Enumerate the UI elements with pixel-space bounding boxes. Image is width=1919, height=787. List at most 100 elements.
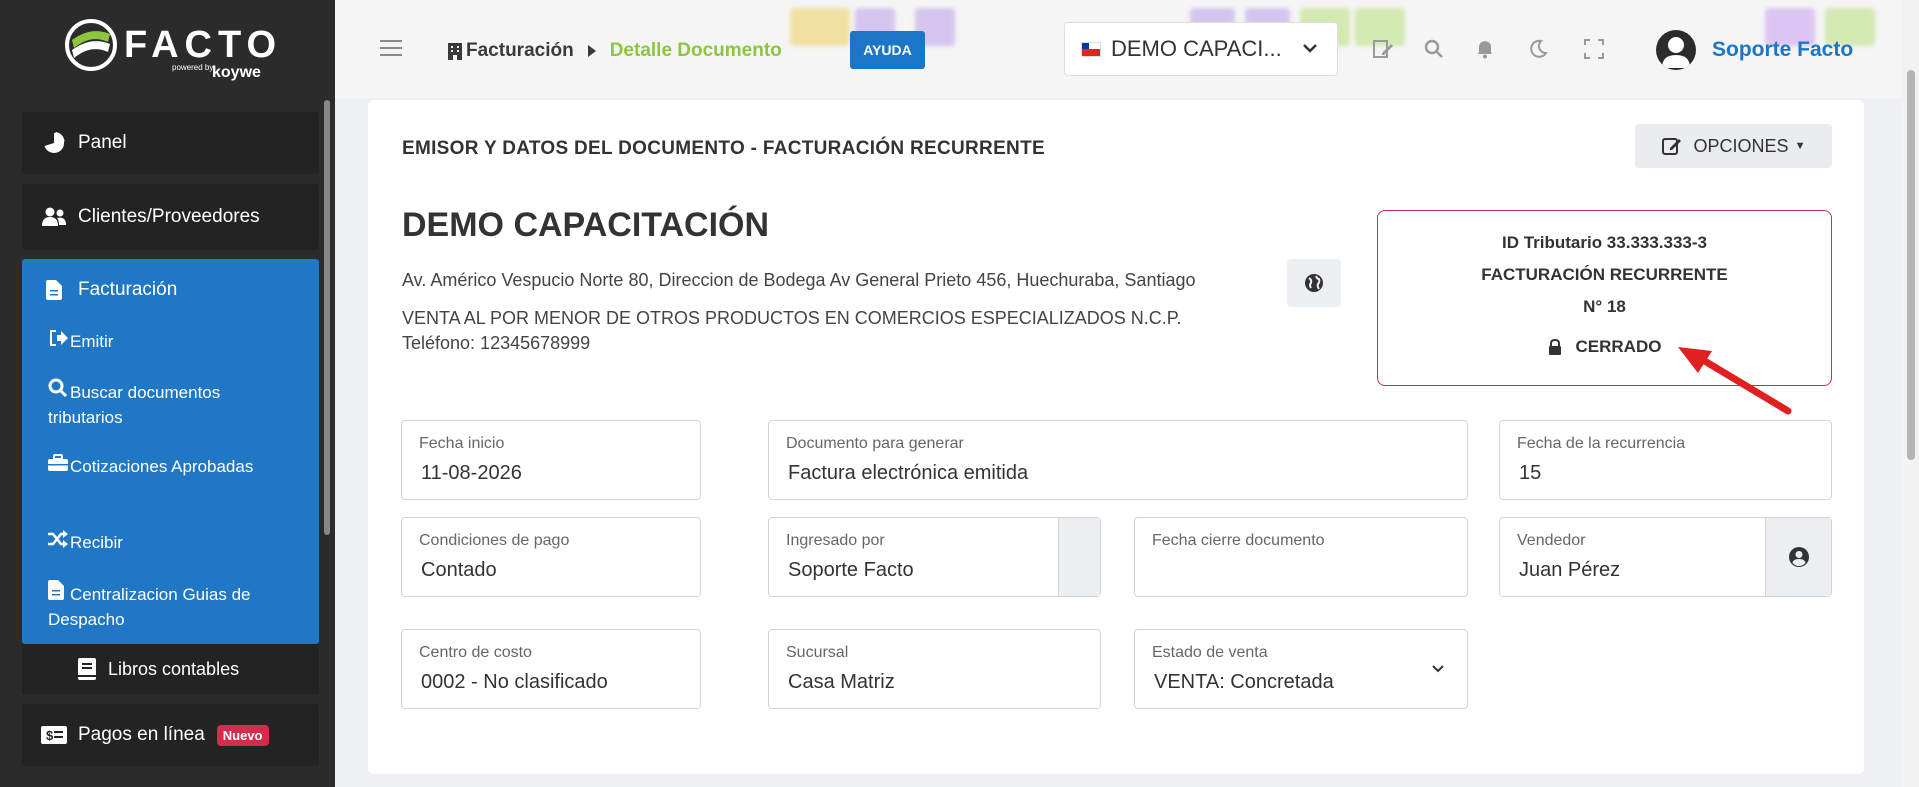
sidebar-item-label: Panel	[78, 132, 127, 153]
page-scrollbar-thumb[interactable]	[1907, 70, 1915, 460]
vendedor-field[interactable]: Vendedor Juan Pérez	[1499, 517, 1832, 597]
user-avatar[interactable]	[1656, 30, 1696, 70]
sidebar-subitem-cotizaciones[interactable]: Cotizaciones Aprobadas	[48, 454, 278, 479]
book-icon	[78, 658, 96, 680]
fullscreen-icon[interactable]	[1583, 38, 1605, 60]
company-selector-value: DEMO CAPACI...	[1111, 36, 1282, 61]
sucursal-field[interactable]: Sucursal Casa Matriz	[768, 629, 1101, 709]
condiciones-pago-field[interactable]: Condiciones de pago Contado	[401, 517, 701, 597]
globe-icon	[1305, 274, 1323, 292]
chile-flag-icon	[1081, 41, 1101, 57]
company-activity: VENTA AL POR MENOR DE OTROS PRODUCTOS EN…	[402, 308, 1182, 328]
field-label: Fecha cierre documento	[1152, 532, 1325, 549]
user-circle-icon	[1788, 547, 1809, 567]
sidebar-subitem-emitir[interactable]: Emitir	[48, 329, 278, 354]
document-icon	[48, 580, 70, 607]
ingresado-por-field[interactable]: Ingresado por Soporte Facto	[768, 517, 1101, 597]
sidebar-item-label: Libros contables	[108, 658, 240, 679]
menu-toggle-icon[interactable]	[380, 40, 402, 56]
brand-powered: powered by	[172, 63, 214, 72]
sidebar-item-panel[interactable]: Panel	[22, 112, 319, 174]
facto-logo[interactable]: FACTO powered by koywe	[60, 14, 280, 84]
vendedor-button[interactable]	[1765, 518, 1831, 596]
moon-icon[interactable]	[1527, 38, 1549, 60]
field-value: Factura electrónica emitida	[788, 462, 1029, 484]
field-label: Vendedor	[1517, 532, 1586, 549]
sidebar-item-pagos[interactable]: $ Pagos en línea Nuevo	[22, 704, 319, 766]
caret-right-icon	[587, 45, 596, 57]
company-selector[interactable]: DEMO CAPACI...	[1064, 22, 1338, 76]
user-avatar-icon	[1662, 37, 1690, 68]
sidebar-item-clientes[interactable]: Clientes/Proveedores	[22, 184, 319, 250]
caret-down-icon: ▼	[1794, 140, 1806, 152]
field-value: Contado	[421, 559, 497, 581]
sidebar-subitem-buscar[interactable]: Buscar documentos tributarios	[48, 378, 278, 430]
sidebar-scrollbar[interactable]	[324, 100, 330, 535]
fecha-cierre-field[interactable]: Fecha cierre documento	[1134, 517, 1468, 597]
breadcrumb-current: Detalle Documento	[609, 40, 782, 61]
field-label: Fecha inicio	[419, 435, 505, 452]
field-label: Ingresado por	[786, 532, 885, 549]
field-value: 11-08-2026	[421, 462, 522, 484]
field-addon	[1058, 518, 1100, 596]
document-card: EMISOR Y DATOS DEL DOCUMENTO - FACTURACI…	[368, 100, 1864, 774]
chevron-down-icon	[1432, 665, 1444, 673]
field-label: Fecha de la recurrencia	[1517, 435, 1686, 452]
field-label: Centro de costo	[419, 644, 532, 661]
sidebar-item-libros[interactable]: Libros contables	[22, 644, 319, 694]
bell-icon[interactable]	[1474, 38, 1496, 60]
users-icon	[40, 205, 68, 229]
sidebar-subitem-label: Recibir	[70, 533, 123, 552]
breadcrumb-home-label: Facturación	[466, 40, 574, 61]
facto-logo-mark-icon	[65, 19, 117, 71]
sidebar-subitem-centralizacion[interactable]: Centralizacion Guias de Despacho	[48, 580, 278, 632]
money-icon: $	[40, 723, 68, 747]
briefcase-icon	[48, 454, 70, 479]
sidebar-item-facturacion[interactable]: Facturación	[40, 279, 177, 301]
field-value: VENTA: Concretada	[1154, 671, 1334, 693]
field-value: Juan Pérez	[1519, 559, 1621, 581]
options-label: OPCIONES	[1693, 135, 1789, 156]
file-icon	[40, 280, 68, 300]
sidebar-item-label: Pagos en línea	[78, 724, 205, 745]
field-label: Estado de venta	[1152, 644, 1268, 661]
options-button[interactable]: OPCIONES ▼	[1635, 124, 1832, 168]
shuffle-icon	[48, 530, 70, 555]
help-button[interactable]: AYUDA	[850, 31, 925, 69]
breadcrumb: Facturación Detalle Documento	[448, 40, 782, 62]
sidebar-item-label: Clientes/Proveedores	[78, 206, 260, 227]
user-name[interactable]: Soporte Facto	[1712, 38, 1853, 62]
sidebar-subitem-label: Emitir	[70, 332, 114, 351]
card-title: EMISOR Y DATOS DEL DOCUMENTO - FACTURACI…	[402, 138, 1045, 159]
field-label: Condiciones de pago	[419, 532, 570, 549]
sidebar-subitem-label: Buscar documentos tributarios	[48, 383, 221, 427]
edit-document-icon[interactable]	[1372, 38, 1394, 60]
tax-id: ID Tributario 33.333.333-3	[1501, 233, 1708, 252]
field-value: 15	[1519, 462, 1542, 484]
company-name: DEMO CAPACITACIÓN	[402, 206, 770, 244]
documento-field[interactable]: Documento para generar Factura electróni…	[768, 420, 1468, 500]
search-icon[interactable]	[1423, 38, 1445, 60]
recurrencia-field[interactable]: Fecha de la recurrencia 15	[1499, 420, 1832, 500]
company-phone: Teléfono: 12345678999	[402, 333, 591, 353]
sign-out-icon	[48, 329, 70, 354]
pie-chart-icon	[40, 131, 68, 155]
sidebar: FACTO powered by koywe Panel Clientes/Pr…	[0, 0, 335, 787]
breadcrumb-home[interactable]: Facturación	[448, 40, 574, 62]
fecha-inicio-field[interactable]: Fecha inicio 11-08-2026	[401, 420, 701, 500]
document-number: N° 18	[1583, 297, 1626, 316]
centro-costo-field[interactable]: Centro de costo 0002 - No clasificado	[401, 629, 701, 709]
edit-icon	[1661, 138, 1681, 155]
map-button[interactable]	[1287, 259, 1341, 307]
chevron-down-icon	[1303, 44, 1317, 53]
new-badge: Nuevo	[216, 724, 269, 746]
document-type: FACTURACIÓN RECURRENTE	[1481, 265, 1728, 284]
search-icon	[48, 378, 70, 405]
svg-text:$: $	[46, 728, 54, 743]
estado-venta-select[interactable]: Estado de venta VENTA: Concretada	[1134, 629, 1468, 709]
status-label: CERRADO	[1575, 337, 1662, 356]
building-icon	[448, 42, 462, 60]
page-scrollbar[interactable]	[1902, 0, 1919, 787]
sidebar-item-label: Facturación	[78, 279, 178, 300]
sidebar-subitem-recibir[interactable]: Recibir	[48, 530, 278, 555]
